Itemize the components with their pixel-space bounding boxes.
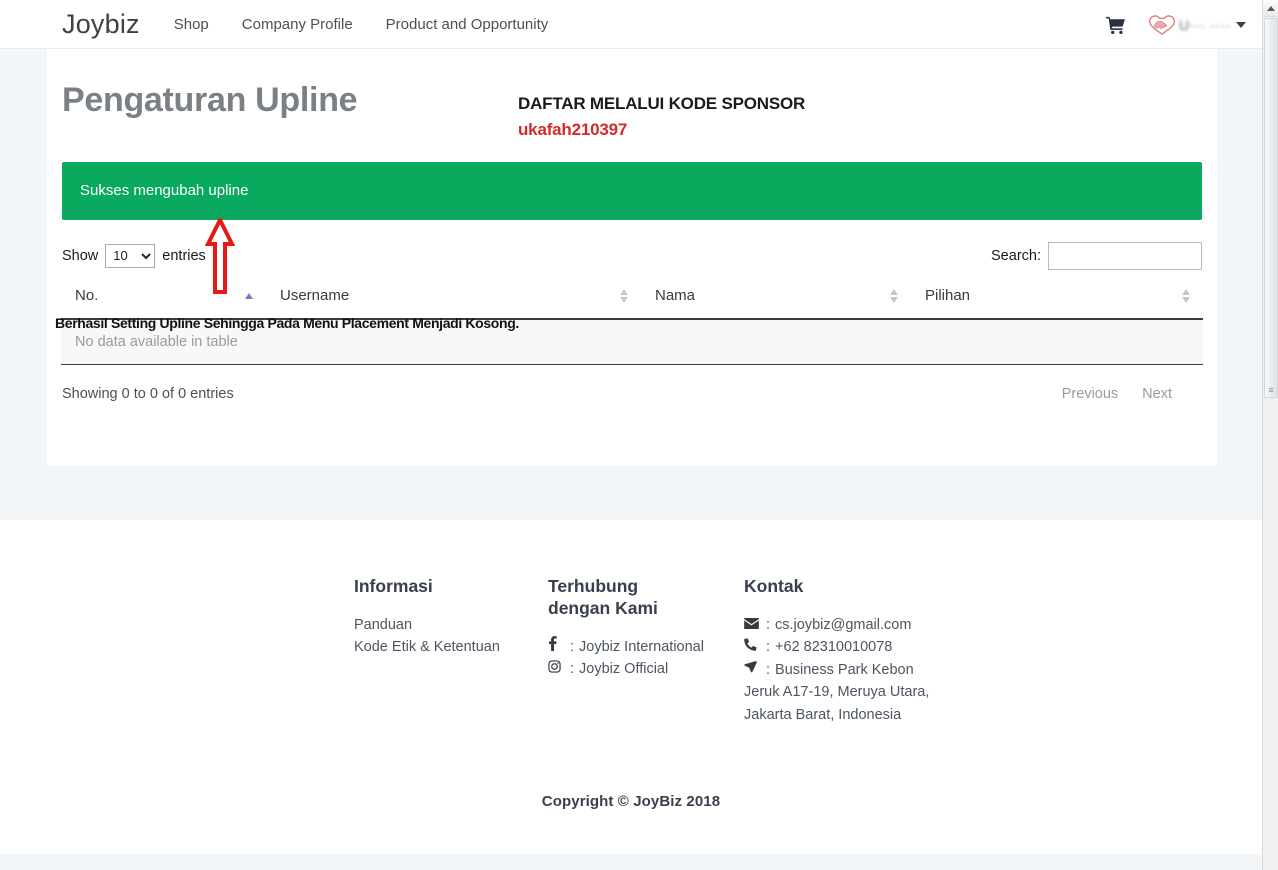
footer-contact-phone: : +62 82310010078: [744, 636, 974, 658]
footer-social-facebook-sep: :: [570, 638, 575, 655]
footer-contact-address-label: Business Park Kebon: [775, 661, 914, 678]
sponsor-label: DAFTAR MELALUI KODE SPONSOR: [518, 94, 806, 113]
sort-none-icon: [620, 288, 629, 303]
footer-social-facebook-label: Joybiz International: [579, 638, 704, 655]
content-band: Pengaturan Upline DAFTAR MELALUI KODE SP…: [0, 49, 1262, 520]
sort-none-icon: [890, 288, 899, 303]
footer-bottom-band: [0, 854, 1262, 870]
page-length-select[interactable]: 10 25 50 100: [105, 243, 156, 268]
footer-address-line-2: Jakarta Barat, Indonesia: [744, 706, 902, 723]
footer-column-terhubung: Terhubung dengan Kami : Joybiz Internati…: [548, 576, 744, 726]
datatable-info: Showing 0 to 0 of 0 entries: [62, 385, 234, 402]
footer-column-informasi: Informasi Panduan Kode Etik & Ketentuan: [354, 576, 548, 726]
page-header-row: Pengaturan Upline DAFTAR MELALUI KODE SP…: [61, 79, 1203, 140]
nav-link-shop[interactable]: Shop: [174, 16, 209, 33]
footer-contact-address: : Business Park Kebon: [744, 659, 974, 681]
location-arrow-icon: [744, 660, 761, 674]
instagram-icon: [548, 660, 565, 673]
sort-ascending-icon: [245, 289, 254, 303]
chevron-down-icon[interactable]: [1236, 21, 1246, 28]
entries-label: entries: [162, 247, 206, 264]
scrollbar-grip-icon: ≡: [1268, 385, 1274, 395]
column-header-nama[interactable]: Nama: [641, 280, 911, 320]
shopping-cart-icon[interactable]: [1106, 16, 1126, 34]
footer-contact-phone-sep: :: [766, 639, 771, 656]
primary-nav: Shop Company Profile Product and Opportu…: [174, 16, 549, 33]
column-header-no-label: No.: [75, 286, 99, 304]
navbar-right-cluster: U··· ····: [1106, 0, 1246, 49]
search-input[interactable]: [1048, 241, 1202, 270]
column-header-username-label: Username: [280, 286, 350, 304]
table-body: No data available in table: [61, 318, 1203, 365]
column-header-pilihan-label: Pilihan: [925, 286, 971, 304]
sponsor-info: DAFTAR MELALUI KODE SPONSOR ukafah210397: [518, 79, 805, 140]
handshake-heart-logo: [1148, 14, 1175, 35]
footer-heading-kontak: Kontak: [744, 576, 804, 596]
vertical-scrollbar[interactable]: ≡: [1262, 0, 1278, 870]
datatable-search-control: Search:: [991, 241, 1202, 270]
top-navbar: Joybiz Shop Company Profile Product and …: [0, 0, 1262, 49]
datatable-length-control: Show 10 25 50 100 entries: [62, 243, 206, 268]
datatable-footer: Showing 0 to 0 of 0 entries Previous Nex…: [61, 386, 1203, 402]
page-title: Pengaturan Upline: [62, 81, 358, 119]
main-card: Pengaturan Upline DAFTAR MELALUI KODE SP…: [47, 49, 1217, 466]
envelope-icon: [744, 617, 761, 629]
upline-table: No. Username Nama Pilihan No data availa…: [61, 280, 1203, 365]
success-alert: Sukses mengubah upline: [62, 162, 1202, 220]
next-page-button[interactable]: Next: [1142, 386, 1172, 402]
member-account-menu[interactable]: U··· ····: [1148, 14, 1246, 36]
nav-link-product-and-opportunity[interactable]: Product and Opportunity: [386, 16, 549, 33]
show-label: Show: [62, 247, 99, 264]
footer-heading-terhubung: Terhubung dengan Kami: [548, 576, 658, 618]
footer-social-instagram-sep: :: [570, 661, 575, 678]
footer-address-line-1: Jeruk A17-19, Meruya Utara,: [744, 684, 930, 701]
column-header-username[interactable]: Username: [266, 280, 641, 320]
sort-none-icon: [1182, 288, 1191, 303]
scrollbar-thumb[interactable]: ≡: [1264, 18, 1278, 398]
footer-social-facebook[interactable]: : Joybiz International: [548, 635, 744, 658]
column-header-pilihan[interactable]: Pilihan: [911, 280, 1203, 320]
footer-link-kode-etik[interactable]: Kode Etik & Ketentuan: [354, 636, 548, 658]
column-header-no[interactable]: No.: [61, 280, 266, 320]
footer-column-kontak: Kontak : cs.joybiz@gmail.com : +62 82310…: [744, 576, 974, 726]
phone-icon: [744, 638, 761, 652]
site-footer: Informasi Panduan Kode Etik & Ketentuan …: [0, 520, 1262, 870]
footer-contact-email-sep: :: [766, 616, 771, 633]
footer-social-instagram-label: Joybiz Official: [579, 661, 669, 678]
username-label: U··· ····: [1178, 16, 1231, 33]
brand-logo[interactable]: Joybiz: [62, 10, 140, 38]
pagination: Previous Next: [1062, 386, 1202, 402]
previous-page-button[interactable]: Previous: [1062, 386, 1118, 402]
facebook-icon: [548, 635, 565, 651]
footer-columns: Informasi Panduan Kode Etik & Ketentuan …: [0, 576, 1262, 726]
sponsor-code: ukafah210397: [518, 120, 628, 140]
copyright-text: Copyright © JoyBiz 2018: [541, 793, 721, 811]
table-head: No. Username Nama Pilihan: [61, 280, 1203, 320]
table-header-row: No. Username Nama Pilihan: [61, 280, 1203, 320]
datatable-controls: Show 10 25 50 100 entries Search:: [61, 239, 1203, 273]
page-viewport: Joybiz Shop Company Profile Product and …: [0, 0, 1262, 870]
footer-contact-address-sep: :: [766, 661, 771, 678]
footer-social-instagram[interactable]: : Joybiz Official: [548, 658, 744, 680]
search-label: Search:: [991, 247, 1041, 264]
empty-message-cell: No data available in table: [61, 318, 1203, 365]
footer-contact-email: : cs.joybiz@gmail.com: [744, 614, 974, 636]
table-row-empty: No data available in table: [61, 318, 1203, 365]
footer-contact-email-label: cs.joybiz@gmail.com: [775, 616, 912, 633]
column-header-nama-label: Nama: [655, 286, 696, 304]
footer-contact-phone-label: +62 82310010078: [775, 639, 893, 656]
footer-link-panduan[interactable]: Panduan: [354, 614, 548, 636]
scroll-up-arrow-icon[interactable]: [1263, 0, 1278, 17]
footer-heading-informasi: Informasi: [354, 576, 433, 596]
nav-link-company-profile[interactable]: Company Profile: [242, 16, 353, 33]
